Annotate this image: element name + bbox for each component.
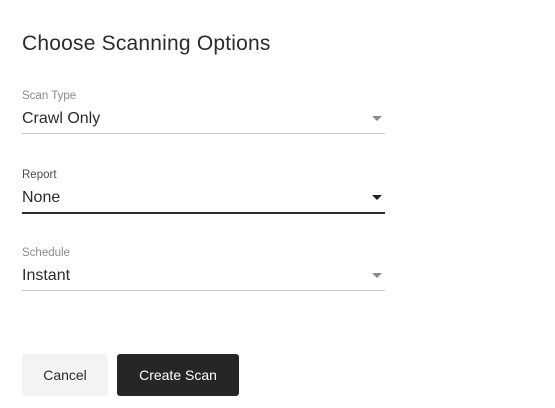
- schedule-value: Instant: [22, 267, 71, 284]
- report-select[interactable]: None: [22, 182, 385, 214]
- report-field: Report None: [22, 168, 385, 214]
- scan-type-select[interactable]: Crawl Only: [22, 103, 385, 134]
- chevron-down-icon: [372, 273, 382, 278]
- report-value: None: [22, 189, 61, 206]
- schedule-field: Schedule Instant: [22, 246, 385, 291]
- chevron-down-icon: [372, 116, 382, 121]
- schedule-label: Schedule: [22, 247, 70, 259]
- scan-type-label: Scan Type: [22, 90, 77, 102]
- dialog-title: Choose Scanning Options: [22, 32, 271, 55]
- create-scan-button[interactable]: Create Scan: [117, 354, 239, 396]
- cancel-button[interactable]: Cancel: [22, 354, 108, 396]
- schedule-select[interactable]: Instant: [22, 260, 385, 291]
- chevron-down-icon: [372, 195, 382, 200]
- report-label: Report: [22, 169, 57, 181]
- scan-options-dialog: Choose Scanning Options Scan Type Crawl …: [0, 0, 555, 408]
- scan-type-field: Scan Type Crawl Only: [22, 89, 385, 134]
- scan-type-value: Crawl Only: [22, 110, 101, 127]
